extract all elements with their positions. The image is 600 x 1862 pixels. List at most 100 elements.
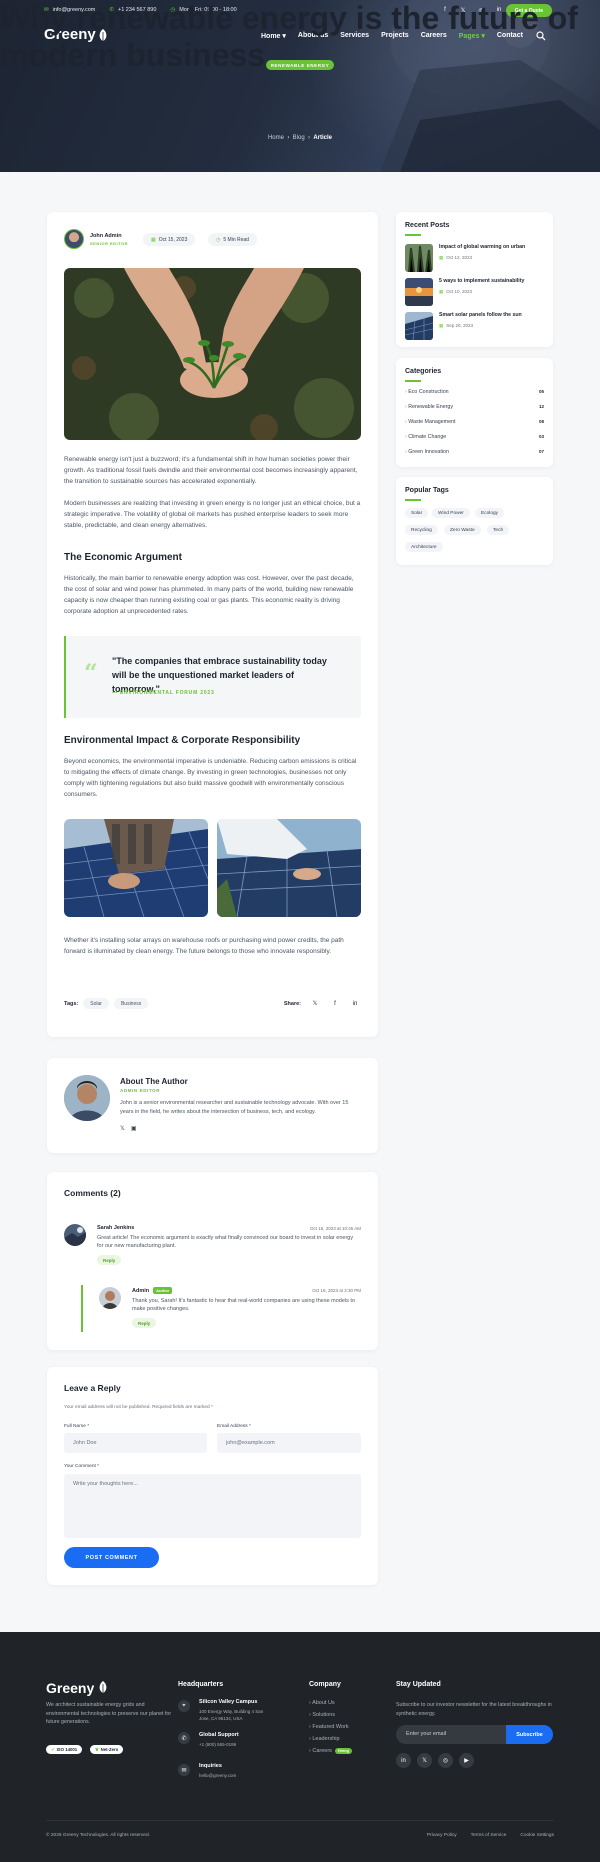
popular-tags-title: Popular Tags <box>405 487 449 494</box>
reply-form-title: Leave a Reply <box>64 1383 121 1393</box>
footer-link[interactable]: › Careers Hiring <box>309 1748 352 1754</box>
chevron-right-icon: › <box>405 389 407 395</box>
footer: Greeny We architect sustainable energy g… <box>0 1632 600 1862</box>
leaf-icon <box>99 1681 107 1693</box>
x-icon[interactable]: 𝕏 <box>120 1125 125 1132</box>
footer-description: We architect sustainable energy grids an… <box>46 1702 172 1725</box>
about-author-role: ADMIN EDITOR <box>120 1088 161 1093</box>
avatar <box>99 1287 121 1309</box>
reply-button[interactable]: Reply <box>97 1255 122 1265</box>
popular-tags-widget: Popular Tags Solar Wind Power Ecology Re… <box>396 477 553 565</box>
terms-link[interactable]: Terms of Service <box>471 1833 507 1838</box>
email-input[interactable]: john@example.com <box>217 1433 361 1453</box>
calendar-icon: ▦ <box>439 289 444 294</box>
calendar-icon: ▦ <box>439 323 444 328</box>
recent-post-item[interactable]: 5 ways to implement sustainability ▦ Oct 1… <box>405 278 539 306</box>
recent-post-thumb <box>405 312 433 340</box>
recent-post-item[interactable]: Smart solar panels follow the sun ▦ Sep 20… <box>405 312 539 340</box>
tag-pill[interactable]: Tech <box>487 525 510 535</box>
breadcrumb-blog[interactable]: Blog <box>293 135 305 141</box>
tag-pill[interactable]: Solar <box>405 508 429 518</box>
blockquote: “ "The companies that embrace sustainabi… <box>64 636 361 718</box>
paragraph: Modern businesses are realizing that inv… <box>64 500 361 529</box>
recent-post-thumb <box>405 278 433 306</box>
paragraph: Beyond economics, the environmental impe… <box>64 758 357 798</box>
comments-title: Comments (2) <box>64 1188 121 1198</box>
title-underline <box>405 380 421 382</box>
instagram-icon[interactable]: ◎ <box>438 1753 453 1768</box>
section-heading: Environmental Impact & Corporate Respons… <box>64 735 301 746</box>
x-icon[interactable]: 𝕏 <box>309 998 321 1010</box>
categories-title: Categories <box>405 368 442 375</box>
category-item[interactable]: › Eco Construction 05 <box>405 389 544 395</box>
tag-pill[interactable]: Ecology <box>475 508 505 518</box>
breadcrumb-home[interactable]: Home <box>268 135 284 141</box>
avatar <box>64 1224 86 1246</box>
tag-pill[interactable]: Recycling <box>405 525 438 535</box>
inquiries-email[interactable]: hello@greeny.com <box>199 1772 236 1779</box>
quote-source: — ENVIRONMENTAL FORUM 2023 <box>112 690 215 696</box>
clock-icon: ◷ <box>216 236 221 243</box>
x-icon[interactable]: 𝕏 <box>417 1753 432 1768</box>
reply-button[interactable]: Reply <box>132 1318 157 1328</box>
phone-icon: ✆ <box>178 1732 190 1744</box>
calendar-icon: ▦ <box>439 255 444 260</box>
comment-date: Oct 16, 2023 at 10:45 AM <box>309 1226 361 1231</box>
leaf-icon: ❦ <box>95 1746 99 1752</box>
post-comment-button[interactable]: POST COMMENT <box>64 1547 159 1568</box>
recent-post-thumb <box>405 244 433 272</box>
share-buttons: Share: 𝕏 f in <box>284 998 361 1010</box>
category-item[interactable]: › Climate Change 03 <box>405 434 544 440</box>
newsletter-email-input[interactable]: Enter your email <box>396 1725 506 1744</box>
footer-link[interactable]: › Solutions <box>309 1712 335 1718</box>
author-avatar <box>64 1075 110 1121</box>
footer-link[interactable]: › Leadership <box>309 1736 340 1742</box>
linkedin-icon[interactable]: ▣ <box>131 1125 137 1132</box>
categories-widget: Categories › Eco Construction 05 › Renewa… <box>396 358 553 467</box>
tag-pill[interactable]: Wind Power <box>432 508 470 518</box>
tag-business[interactable]: Business <box>113 998 149 1009</box>
footer-divider <box>46 1820 554 1821</box>
article-image-solar-1 <box>64 819 208 917</box>
full-name-input[interactable]: John Doe <box>64 1433 207 1453</box>
legal-links: Privacy Policy Terms of Service Cookie S… <box>427 1833 554 1838</box>
footer-link[interactable]: › Featured Work <box>309 1724 349 1730</box>
tag-pill[interactable]: Architecture <box>405 542 443 552</box>
tag-pill[interactable]: Zero Waste <box>444 525 481 535</box>
linkedin-icon[interactable]: in <box>349 998 361 1010</box>
support-title: Global Support <box>199 1732 239 1738</box>
breadcrumb: Home › Blog › Article <box>267 135 333 141</box>
privacy-link[interactable]: Privacy Policy <box>427 1833 457 1838</box>
footer-link[interactable]: › About Us <box>309 1700 335 1706</box>
facebook-icon[interactable]: f <box>329 998 341 1010</box>
recent-posts-title: Recent Posts <box>405 222 450 229</box>
tag-solar[interactable]: Solar <box>83 998 109 1009</box>
full-name-label: Full Name * <box>64 1424 90 1429</box>
author-badge: Author <box>153 1287 173 1294</box>
about-author-title: About The Author <box>120 1077 188 1086</box>
footer-logo[interactable]: Greeny <box>46 1680 108 1696</box>
category-item[interactable]: › Green Innovation 07 <box>405 449 544 455</box>
author-name[interactable]: John Admin <box>90 233 128 239</box>
inquiries-title: Inquiries <box>199 1763 222 1769</box>
support-phone[interactable]: +1 (800) 555-0199 <box>199 1741 236 1748</box>
subscribe-button[interactable]: Subscribe <box>506 1725 553 1744</box>
cookie-settings-link[interactable]: Cookie Settings <box>520 1833 554 1838</box>
paragraph: Whether it's installing solar arrays on … <box>64 937 344 955</box>
reply-form-card: Leave a Reply Your email address will no… <box>47 1367 378 1585</box>
tags-share-row: Tags: Solar Business Share: 𝕏 f in <box>64 998 361 1009</box>
comment-text: Great article! The economic argument is … <box>97 1235 354 1249</box>
linkedin-icon[interactable]: in <box>396 1753 411 1768</box>
category-item[interactable]: › Waste Management 08 <box>405 419 544 425</box>
hq1-title: Silicon Valley Campus <box>199 1699 258 1705</box>
recent-post-item[interactable]: Impact of global warming on urban ▦ Oct 12… <box>405 244 539 272</box>
category-item[interactable]: › Renewable Energy 12 <box>405 404 544 410</box>
chevron-right-icon: › <box>405 404 407 410</box>
comment-date: Oct 16, 2023 at 2:30 PM <box>312 1288 361 1293</box>
about-author-card: About The Author ADMIN EDITOR John is a … <box>47 1058 378 1153</box>
paragraph: Historically, the main barrier to renewa… <box>64 575 354 615</box>
hq-title: Headquarters <box>178 1681 224 1688</box>
youtube-icon[interactable]: ▶ <box>459 1753 474 1768</box>
email-label: Email Address * <box>217 1424 251 1429</box>
comment-textarea[interactable]: Write your thoughts here... <box>64 1474 361 1538</box>
